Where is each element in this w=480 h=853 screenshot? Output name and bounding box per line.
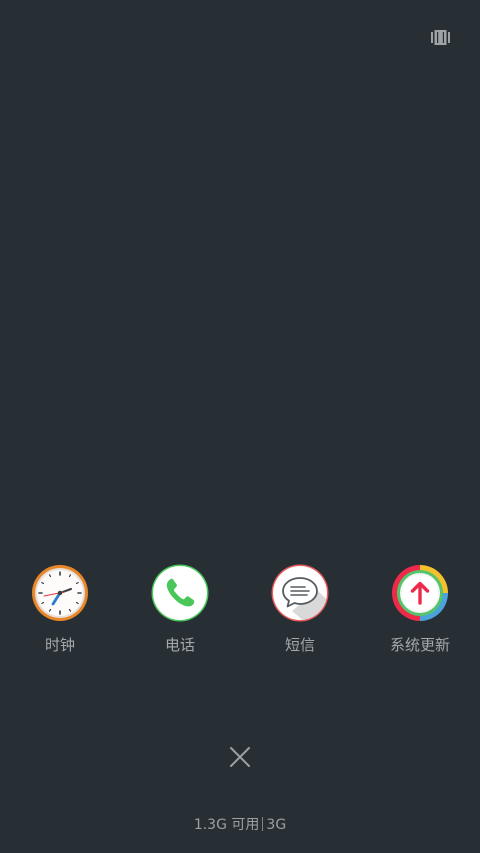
app-label: 系统更新: [389, 636, 450, 654]
memory-available: 1.3G 可用: [193, 817, 260, 833]
app-label: 短信: [284, 636, 315, 654]
app-system-update[interactable]: 系统更新: [370, 563, 470, 663]
memory-status: 1.3G 可用 3G: [0, 816, 480, 834]
app-label: 电话: [164, 636, 195, 654]
app-label: 时钟: [44, 636, 75, 654]
view-switch-icon[interactable]: [431, 30, 450, 45]
close-icon[interactable]: [229, 746, 251, 768]
recent-apps-row: 时钟 电话 短信 系统更新: [0, 563, 480, 663]
app-messages[interactable]: 短信: [250, 563, 350, 663]
app-clock[interactable]: 时钟: [10, 563, 110, 663]
memory-total: 3G: [266, 817, 287, 833]
app-phone[interactable]: 电话: [130, 563, 230, 663]
phone-icon: [151, 564, 209, 622]
memory-separator: [262, 817, 264, 831]
system-update-icon: [392, 565, 448, 621]
clock-icon: [32, 565, 88, 621]
message-icon: [271, 564, 329, 622]
